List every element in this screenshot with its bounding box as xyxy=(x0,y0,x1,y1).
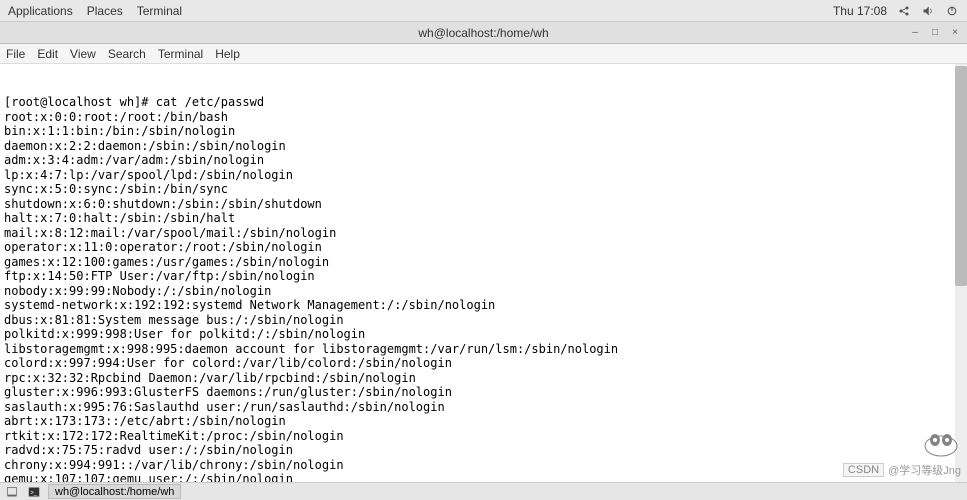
watermark-user: @学习等级Jng xyxy=(888,462,961,478)
window-title: wh@localhost:/home/wh xyxy=(418,26,548,40)
menu-terminal[interactable]: Terminal xyxy=(158,47,203,61)
gnome-topbar: Applications Places Terminal Thu 17:08 xyxy=(0,0,967,22)
topbar-left: Applications Places Terminal xyxy=(8,4,182,18)
bottom-taskbar: >_ wh@localhost:/home/wh xyxy=(0,482,967,500)
mascot-icon xyxy=(921,428,961,458)
menu-applications[interactable]: Applications xyxy=(8,4,73,18)
window-controls: – □ × xyxy=(909,27,961,39)
terminal-output[interactable]: [root@localhost wh]# cat /etc/passwd roo… xyxy=(0,64,967,482)
window-titlebar[interactable]: wh@localhost:/home/wh – □ × xyxy=(0,22,967,44)
terminal-content: [root@localhost wh]# cat /etc/passwd roo… xyxy=(4,95,963,482)
menu-view[interactable]: View xyxy=(70,47,96,61)
maximize-button[interactable]: □ xyxy=(929,27,941,39)
terminal-scrollbar[interactable] xyxy=(955,64,967,482)
svg-text:>_: >_ xyxy=(30,490,38,496)
terminal-menubar: File Edit View Search Terminal Help xyxy=(0,44,967,64)
menu-edit[interactable]: Edit xyxy=(37,47,58,61)
minimize-button[interactable]: – xyxy=(909,27,921,39)
menu-file[interactable]: File xyxy=(6,47,25,61)
watermark-logo: CSDN xyxy=(843,463,884,477)
taskbar-window-button[interactable]: wh@localhost:/home/wh xyxy=(48,484,181,499)
show-desktop-icon[interactable] xyxy=(4,484,20,500)
terminal-app-icon[interactable]: >_ xyxy=(26,484,42,500)
volume-icon[interactable] xyxy=(921,4,935,18)
clock[interactable]: Thu 17:08 xyxy=(833,4,887,18)
menu-help[interactable]: Help xyxy=(215,47,240,61)
close-button[interactable]: × xyxy=(949,27,961,39)
watermark: CSDN @学习等级Jng xyxy=(843,462,961,478)
network-icon[interactable] xyxy=(897,4,911,18)
menu-places[interactable]: Places xyxy=(87,4,123,18)
scrollbar-thumb[interactable] xyxy=(955,66,967,286)
power-icon[interactable] xyxy=(945,4,959,18)
menu-search[interactable]: Search xyxy=(108,47,146,61)
menu-terminal[interactable]: Terminal xyxy=(137,4,182,18)
topbar-right: Thu 17:08 xyxy=(833,4,959,18)
